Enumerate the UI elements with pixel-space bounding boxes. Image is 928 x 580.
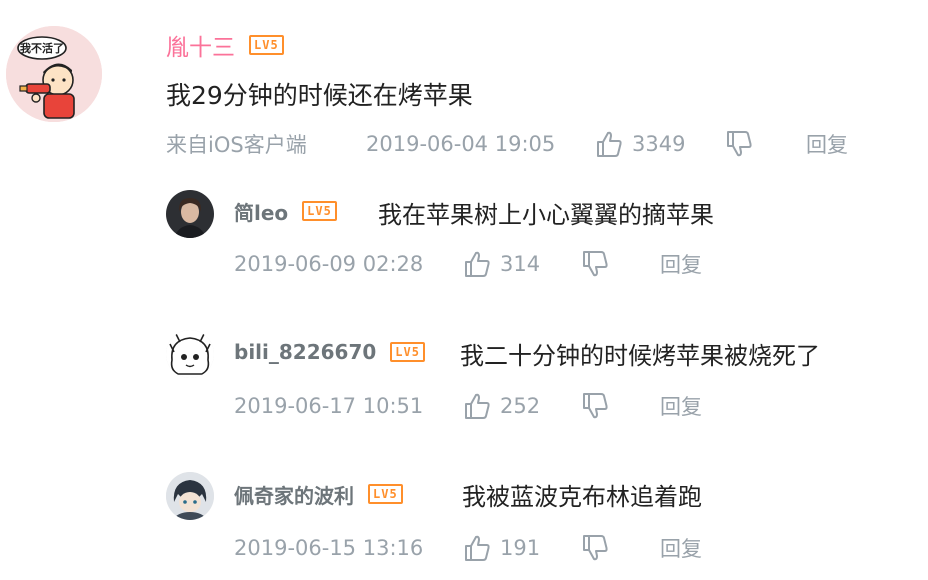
- level-badge: LV5: [302, 201, 337, 221]
- reply-button[interactable]: 回复: [806, 128, 848, 160]
- reply-user-line: bili_8226670 LV5: [234, 337, 425, 367]
- comment-meta: 来自iOS客户端 2019-06-04 19:05 3349 回复: [166, 128, 906, 160]
- thumbs-up-icon: [465, 535, 490, 561]
- reply-button[interactable]: 回复: [660, 390, 702, 422]
- like-button[interactable]: 3349: [594, 128, 685, 160]
- like-button[interactable]: 314: [462, 248, 540, 280]
- like-button[interactable]: 191: [462, 532, 540, 564]
- comment-text: 我29分钟的时候还在烤苹果: [166, 81, 473, 110]
- level-badge: LV5: [368, 484, 403, 504]
- like-button[interactable]: 252: [462, 390, 540, 422]
- timestamp: 2019-06-17 10:51: [234, 394, 424, 418]
- username[interactable]: 佩奇家的波利: [234, 480, 354, 509]
- dislike-button[interactable]: [580, 390, 610, 422]
- thumbs-down-icon: [583, 535, 608, 561]
- like-count: 252: [500, 394, 541, 418]
- username[interactable]: bili_8226670: [234, 340, 376, 364]
- dislike-button[interactable]: [724, 128, 754, 160]
- reply-meta: 2019-06-17 10:51 252 回复: [234, 390, 834, 422]
- reply-text: 我二十分钟的时候烤苹果被烧死了: [460, 342, 820, 370]
- reply-button[interactable]: 回复: [660, 532, 702, 564]
- reply-text: 我在苹果树上小心翼翼的摘苹果: [378, 201, 714, 229]
- level-badge: LV5: [249, 35, 284, 55]
- dislike-button[interactable]: [580, 248, 610, 280]
- avatar[interactable]: [166, 330, 214, 378]
- like-count: 191: [500, 536, 541, 560]
- reply-meta: 2019-06-15 13:16 191 回复: [234, 532, 834, 564]
- level-badge: LV5: [390, 342, 425, 362]
- timestamp: 2019-06-09 02:28: [234, 252, 424, 276]
- reply-text: 我被蓝波克布林追着跑: [462, 483, 702, 511]
- thumbs-down-icon: [583, 251, 608, 277]
- avatar-illustration: [166, 472, 214, 520]
- reply-meta: 2019-06-09 02:28 314 回复: [234, 248, 834, 280]
- like-count: 3349: [632, 132, 686, 156]
- avatar-photo: [166, 190, 214, 238]
- reply-user-line: 简leo LV5: [234, 196, 337, 226]
- reply-button[interactable]: 回复: [660, 248, 702, 280]
- thumbs-down-icon: [727, 131, 752, 157]
- avatar-caption: 我不活了: [20, 41, 64, 55]
- like-count: 314: [500, 252, 541, 276]
- thumbs-up-icon: [597, 131, 622, 157]
- reply-user-line: 佩奇家的波利 LV5: [234, 479, 403, 509]
- avatar[interactable]: [166, 190, 214, 238]
- avatar-illustration: 我不活了: [6, 26, 102, 122]
- avatar[interactable]: [166, 472, 214, 520]
- main-user-line: 胤十三 LV5: [166, 28, 284, 62]
- timestamp: 2019-06-04 19:05: [366, 132, 556, 156]
- thumbs-up-icon: [465, 251, 490, 277]
- dislike-button[interactable]: [580, 532, 610, 564]
- thumbs-down-icon: [583, 393, 608, 419]
- source-label: 来自iOS客户端: [166, 133, 307, 157]
- timestamp: 2019-06-15 13:16: [234, 536, 424, 560]
- avatar-illustration: [166, 330, 214, 378]
- comment-thread: 我不活了 胤十三 LV5 我29分钟的时候还在烤苹果 来自iOS客户端 2019…: [0, 0, 928, 580]
- username[interactable]: 胤十三: [166, 28, 235, 62]
- avatar[interactable]: 我不活了: [6, 26, 102, 122]
- thumbs-up-icon: [465, 393, 490, 419]
- username[interactable]: 简leo: [234, 197, 288, 226]
